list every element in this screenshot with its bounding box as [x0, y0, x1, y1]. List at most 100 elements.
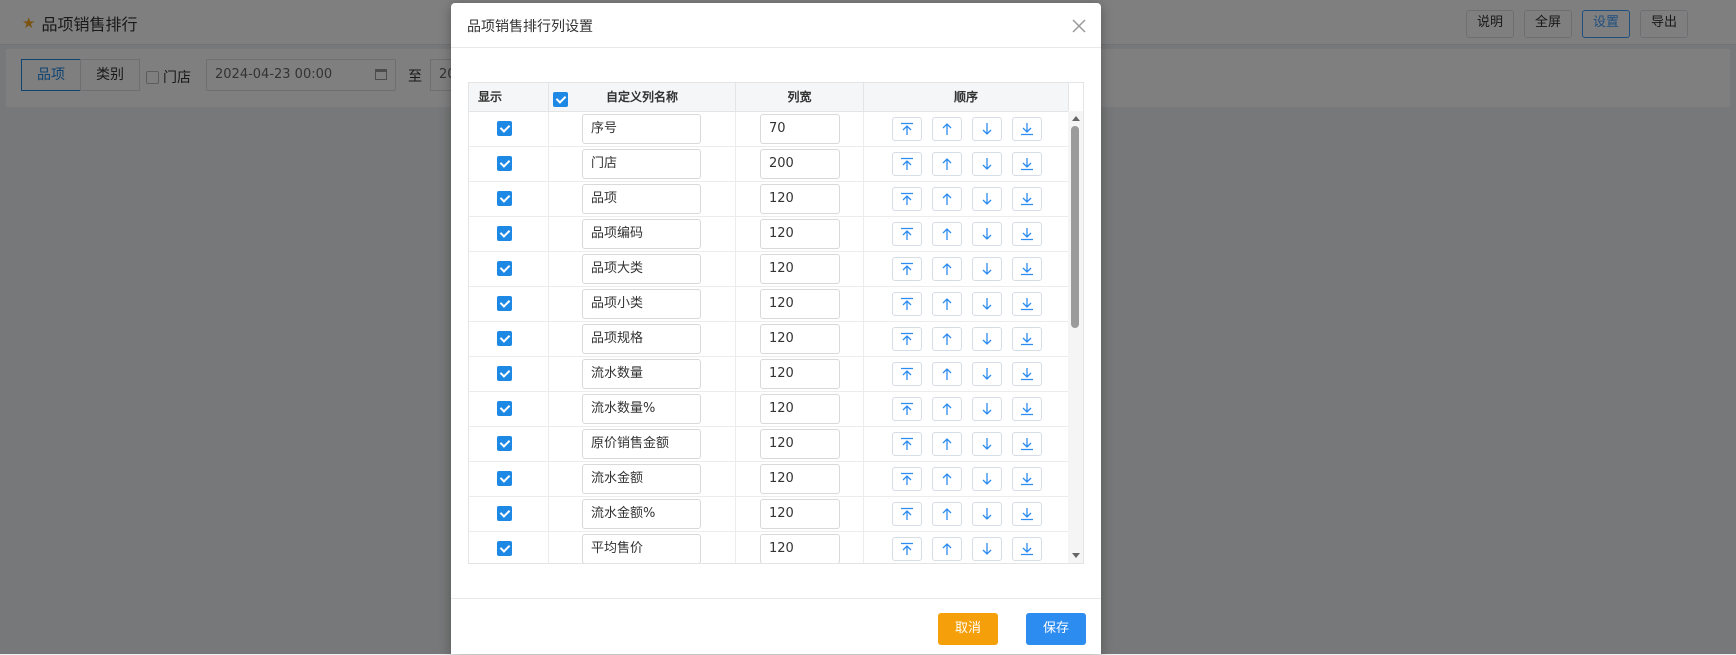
move-top-button[interactable] — [892, 432, 922, 456]
move-down-button[interactable] — [972, 397, 1002, 421]
scroll-up-arrow-icon[interactable] — [1072, 116, 1080, 121]
move-up-button[interactable] — [932, 152, 962, 176]
move-down-button[interactable] — [972, 502, 1002, 526]
move-bottom-button[interactable] — [1012, 467, 1042, 491]
move-up-button[interactable] — [932, 397, 962, 421]
show-checkbox[interactable] — [497, 331, 512, 346]
column-width-input[interactable]: 120 — [760, 289, 840, 319]
column-name-input[interactable]: 品项编码 — [582, 219, 701, 249]
column-name-input[interactable]: 原价销售金额 — [582, 429, 701, 459]
move-down-button[interactable] — [972, 222, 1002, 246]
move-down-button[interactable] — [972, 327, 1002, 351]
show-checkbox[interactable] — [497, 121, 512, 136]
move-down-button[interactable] — [972, 432, 1002, 456]
column-width-input[interactable]: 120 — [760, 184, 840, 214]
column-width-input[interactable]: 120 — [760, 254, 840, 284]
cancel-button[interactable]: 取消 — [938, 613, 998, 645]
show-checkbox[interactable] — [497, 506, 512, 521]
show-checkbox[interactable] — [497, 156, 512, 171]
column-width-input[interactable]: 120 — [760, 464, 840, 494]
move-up-button[interactable] — [932, 432, 962, 456]
show-checkbox[interactable] — [497, 401, 512, 416]
move-down-button[interactable] — [972, 292, 1002, 316]
move-top-button[interactable] — [892, 397, 922, 421]
move-bottom-button[interactable] — [1012, 292, 1042, 316]
table-scrollbar[interactable] — [1068, 111, 1083, 563]
move-down-button[interactable] — [972, 152, 1002, 176]
column-name-input[interactable]: 流水数量 — [582, 359, 701, 389]
show-checkbox[interactable] — [497, 366, 512, 381]
move-down-button[interactable] — [972, 117, 1002, 141]
move-bottom-button[interactable] — [1012, 222, 1042, 246]
show-checkbox[interactable] — [497, 436, 512, 451]
scroll-down-arrow-icon[interactable] — [1072, 553, 1080, 558]
scrollbar-thumb[interactable] — [1071, 126, 1079, 328]
column-name-input[interactable]: 品项 — [582, 184, 701, 214]
move-top-button[interactable] — [892, 257, 922, 281]
table-row: 品项规格 120 — [469, 322, 1069, 357]
move-bottom-button[interactable] — [1012, 502, 1042, 526]
column-width-input[interactable]: 120 — [760, 499, 840, 529]
column-name-input[interactable]: 品项大类 — [582, 254, 701, 284]
move-up-button[interactable] — [932, 187, 962, 211]
move-top-button[interactable] — [892, 187, 922, 211]
move-up-button[interactable] — [932, 117, 962, 141]
move-top-button[interactable] — [892, 362, 922, 386]
move-bottom-button[interactable] — [1012, 327, 1042, 351]
move-down-button[interactable] — [972, 187, 1002, 211]
move-top-button[interactable] — [892, 152, 922, 176]
column-width-input[interactable]: 120 — [760, 359, 840, 389]
column-width-input[interactable]: 120 — [760, 534, 840, 563]
column-width-input[interactable]: 120 — [760, 219, 840, 249]
move-bottom-button[interactable] — [1012, 397, 1042, 421]
show-cell — [469, 497, 549, 532]
column-name-input[interactable]: 品项小类 — [582, 289, 701, 319]
move-bottom-button[interactable] — [1012, 537, 1042, 561]
move-bottom-button[interactable] — [1012, 117, 1042, 141]
show-checkbox[interactable] — [497, 226, 512, 241]
move-bottom-button[interactable] — [1012, 362, 1042, 386]
move-bottom-button[interactable] — [1012, 187, 1042, 211]
move-up-button[interactable] — [932, 292, 962, 316]
column-width-input[interactable]: 70 — [760, 114, 840, 144]
move-top-button[interactable] — [892, 537, 922, 561]
close-icon[interactable] — [1071, 18, 1087, 34]
move-up-button[interactable] — [932, 327, 962, 351]
column-width-input[interactable]: 200 — [760, 149, 840, 179]
move-down-button[interactable] — [972, 467, 1002, 491]
show-checkbox[interactable] — [497, 471, 512, 486]
move-up-button[interactable] — [932, 257, 962, 281]
move-up-button[interactable] — [932, 222, 962, 246]
move-down-button[interactable] — [972, 257, 1002, 281]
column-name-input[interactable]: 平均售价 — [582, 534, 701, 563]
move-top-button[interactable] — [892, 117, 922, 141]
column-name-input[interactable]: 品项规格 — [582, 324, 701, 354]
show-checkbox[interactable] — [497, 191, 512, 206]
move-bottom-button[interactable] — [1012, 257, 1042, 281]
move-up-button[interactable] — [932, 467, 962, 491]
column-width-input[interactable]: 120 — [760, 429, 840, 459]
move-down-button[interactable] — [972, 537, 1002, 561]
move-bottom-button[interactable] — [1012, 432, 1042, 456]
move-top-button[interactable] — [892, 502, 922, 526]
column-name-input[interactable]: 流水数量% — [582, 394, 701, 424]
move-top-button[interactable] — [892, 327, 922, 351]
move-top-button[interactable] — [892, 292, 922, 316]
column-width-input[interactable]: 120 — [760, 324, 840, 354]
column-name-input[interactable]: 门店 — [582, 149, 701, 179]
show-checkbox[interactable] — [497, 261, 512, 276]
move-down-button[interactable] — [972, 362, 1002, 386]
column-name-input[interactable]: 流水金额% — [582, 499, 701, 529]
move-top-button[interactable] — [892, 222, 922, 246]
column-name-input[interactable]: 流水金额 — [582, 464, 701, 494]
column-width-input[interactable]: 120 — [760, 394, 840, 424]
move-bottom-button[interactable] — [1012, 152, 1042, 176]
move-up-button[interactable] — [932, 502, 962, 526]
move-top-button[interactable] — [892, 467, 922, 491]
move-up-button[interactable] — [932, 537, 962, 561]
show-checkbox[interactable] — [497, 296, 512, 311]
column-name-input[interactable]: 序号 — [582, 114, 701, 144]
show-checkbox[interactable] — [497, 541, 512, 556]
move-up-button[interactable] — [932, 362, 962, 386]
save-button[interactable]: 保存 — [1026, 613, 1086, 645]
